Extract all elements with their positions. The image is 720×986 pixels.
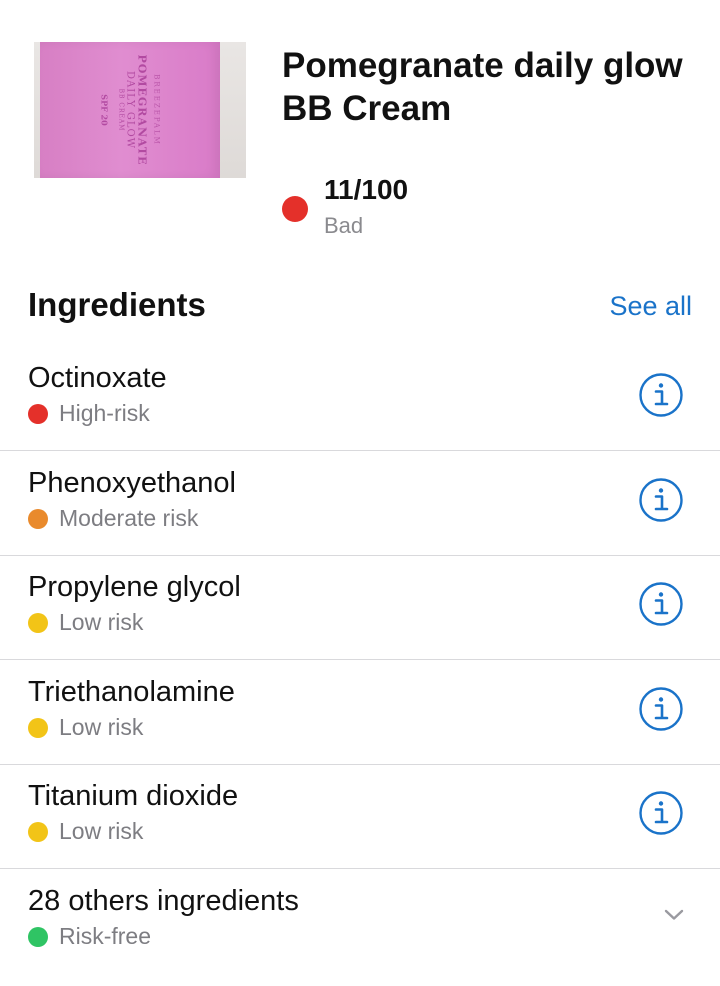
risk-dot [28,926,48,947]
ingredient-row[interactable]: Propylene glycol Low risk [0,555,720,660]
info-icon[interactable] [638,790,684,836]
info-icon[interactable] [638,581,684,627]
product-name-text-3: BB CREAM [117,88,125,132]
product-name-text-2: DAILY GLOW [124,70,136,150]
product-brand-text: BREEZEPALM [152,74,161,146]
chevron-down-icon[interactable] [662,903,686,927]
ingredient-name: Phenoxyethanol [28,466,236,499]
product-box: BREEZEPALM POMEGRANATE DAILY GLOW BB CRE… [40,42,220,178]
product-title-line-1: Pomegranate daily glow [282,46,683,85]
ingredient-row[interactable]: Phenoxyethanol Moderate risk [0,451,720,556]
risk-dot [28,717,48,738]
product-title-line-2: BB Cream [282,89,452,128]
ingredient-row[interactable]: Titanium dioxide Low risk [0,764,720,869]
score-label: Bad [324,213,364,238]
ingredient-row[interactable]: Octinoxate High-risk [0,346,720,451]
ingredient-risk-label: Risk-free [59,922,152,949]
ingredient-name: Propylene glycol [28,571,241,603]
ingredient-name: Triethanolamine [28,675,235,708]
ingredients-heading: Ingredients [28,286,206,323]
ingredient-risk-label: High-risk [59,400,150,426]
product-box-label: BREEZEPALM POMEGRANATE DAILY GLOW BB CRE… [100,50,161,170]
ingredient-name: Octinoxate [28,362,167,394]
product-title: Pomegranate daily glow BB Cream [282,44,702,130]
product-name-text-1: POMEGRANATE [135,54,149,166]
ingredient-risk-label: Low risk [59,713,144,740]
ingredient-risk-label: Moderate risk [59,504,199,531]
ingredient-risk-label: Low risk [59,609,144,635]
risk-dot [28,508,48,529]
score-value: 11/100 [324,174,409,205]
ingredient-name: Titanium dioxide [28,780,239,812]
info-icon[interactable] [638,372,684,418]
product-spf-text: SPF 20 [99,94,110,126]
risk-dot [28,404,48,424]
ingredient-risk-label: Low risk [59,818,144,844]
see-all-link[interactable]: See all [609,291,692,322]
info-icon[interactable] [638,686,684,732]
ingredient-name: 28 others ingredients [28,884,299,917]
ingredient-row[interactable]: Triethanolamine Low risk [0,660,720,765]
score-status-dot [282,196,308,222]
ingredient-row[interactable]: 28 others ingredients Risk-free [0,869,720,973]
risk-dot [28,613,48,633]
info-icon[interactable] [638,477,684,523]
risk-dot [28,822,48,842]
product-image: BREEZEPALM POMEGRANATE DAILY GLOW BB CRE… [34,42,246,178]
